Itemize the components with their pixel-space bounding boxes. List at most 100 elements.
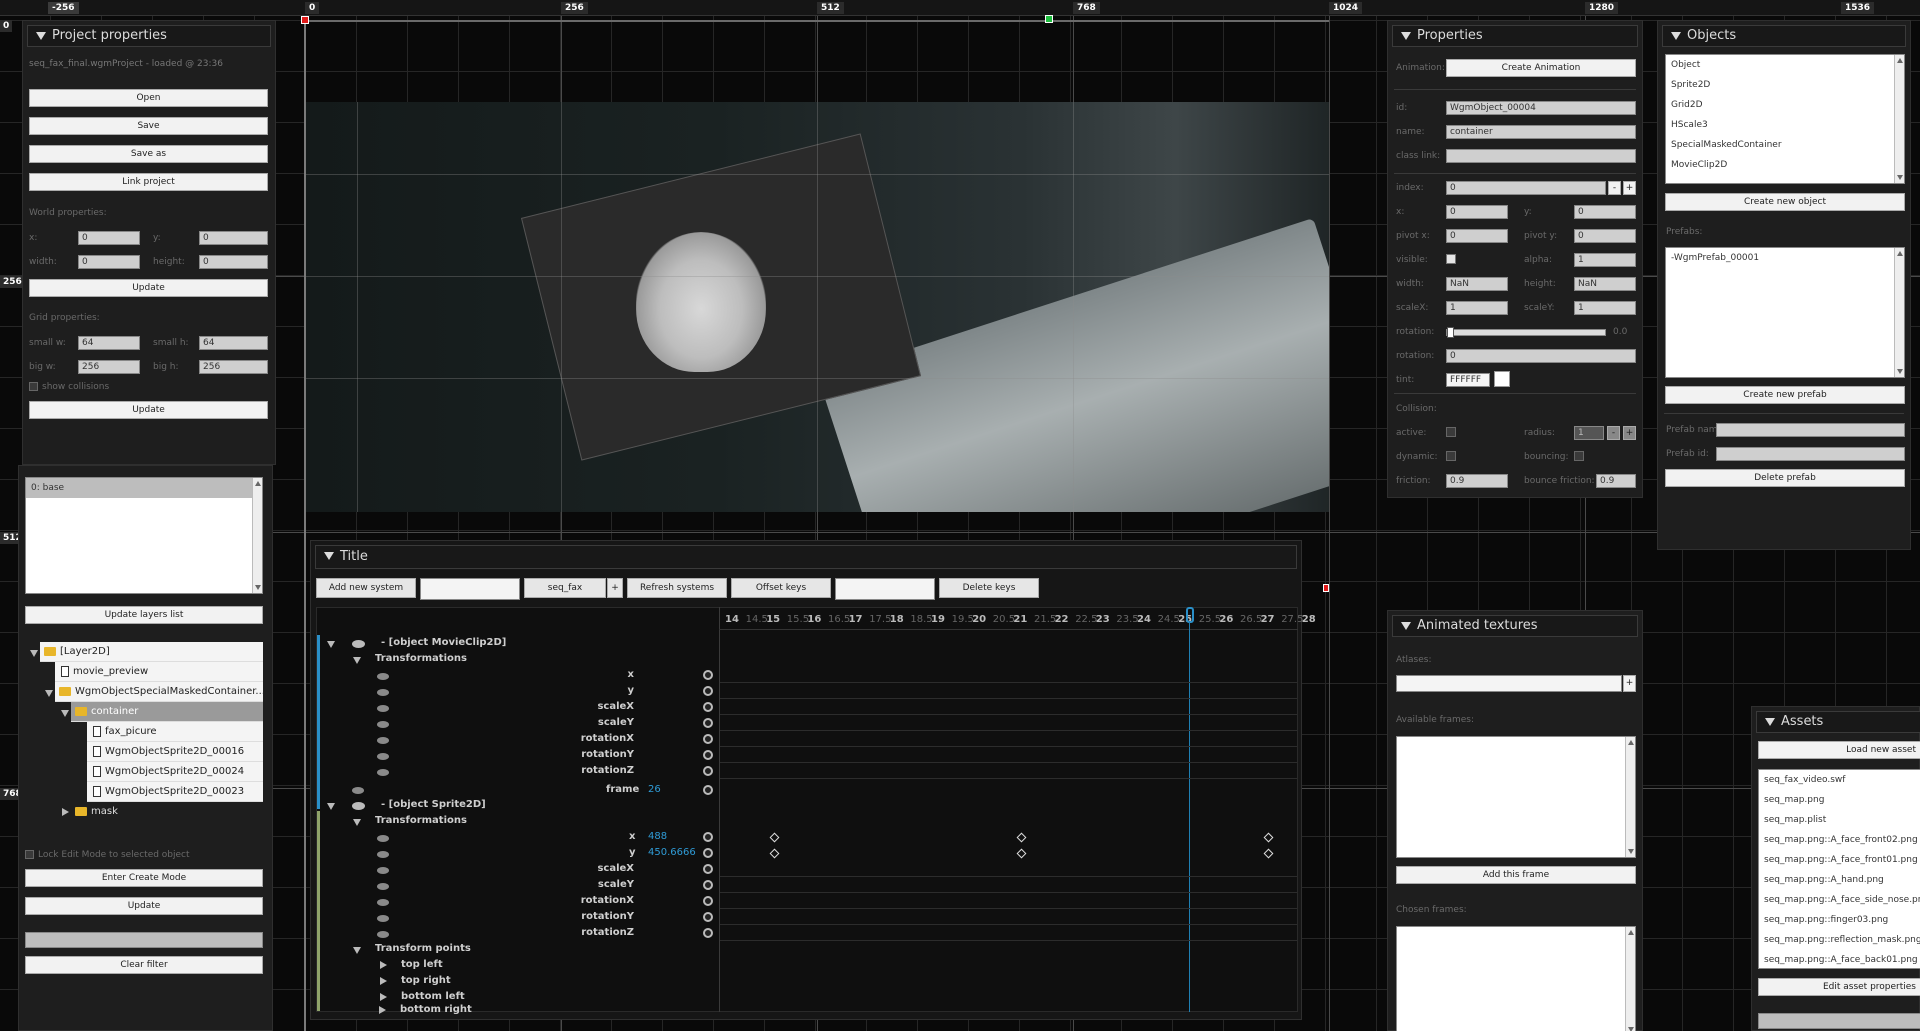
- collapsed-triangle-icon[interactable]: [379, 1006, 386, 1014]
- lock-edit-checkbox[interactable]: [25, 850, 34, 859]
- gear-icon[interactable]: [703, 832, 713, 842]
- expand-triangle-icon[interactable]: [327, 641, 335, 648]
- eye-icon[interactable]: [377, 883, 389, 890]
- filter-input[interactable]: [25, 932, 263, 948]
- tree-item-masked-container[interactable]: WgmObjectSpecialMaskedContainer...: [55, 682, 263, 702]
- origin-handle[interactable]: [301, 16, 309, 24]
- pivot-y-input[interactable]: 0: [1574, 229, 1636, 243]
- tree-item-movie-preview[interactable]: movie_preview: [55, 662, 263, 682]
- eye-icon[interactable]: [352, 802, 365, 810]
- big-h-input[interactable]: 256: [199, 360, 268, 374]
- object-type-item[interactable]: MovieClip2D: [1666, 155, 1904, 175]
- scale-x-input[interactable]: 1: [1446, 301, 1508, 315]
- show-collisions-checkbox[interactable]: [29, 382, 38, 391]
- asset-item[interactable]: seq_map.png::A_face_front01.png: [1759, 850, 1920, 870]
- create-object-button[interactable]: Create new object: [1665, 193, 1905, 211]
- add-atlas-button[interactable]: +: [1623, 675, 1636, 692]
- gear-icon[interactable]: [703, 734, 713, 744]
- eye-icon[interactable]: [377, 673, 389, 680]
- gear-icon[interactable]: [703, 686, 713, 696]
- world-height-input[interactable]: 0: [199, 255, 268, 269]
- gear-icon[interactable]: [703, 864, 713, 874]
- chosen-frames-list[interactable]: [1396, 926, 1636, 1031]
- objects-scrollbar[interactable]: [1894, 55, 1904, 183]
- expand-triangle-icon[interactable]: [353, 819, 361, 826]
- radius-increment-button[interactable]: +: [1623, 426, 1636, 440]
- eye-icon[interactable]: [377, 899, 389, 906]
- radius-decrement-button[interactable]: -: [1607, 426, 1620, 440]
- object-type-item[interactable]: Sprite2D: [1666, 75, 1904, 95]
- chosen-scrollbar[interactable]: [1625, 927, 1635, 1031]
- tree-item-sprite-00024[interactable]: WgmObjectSprite2D_00024: [87, 762, 263, 782]
- layer-item[interactable]: 0: base: [26, 478, 262, 498]
- collapsed-triangle-icon[interactable]: [62, 808, 69, 816]
- gear-icon[interactable]: [703, 785, 713, 795]
- gear-icon[interactable]: [703, 718, 713, 728]
- animated-textures-header[interactable]: Animated textures: [1392, 615, 1638, 637]
- x-input[interactable]: 0: [1446, 205, 1508, 219]
- active-checkbox[interactable]: [1446, 427, 1456, 437]
- tree-item-fax-picure[interactable]: fax_picure: [87, 722, 263, 742]
- delete-keys-button[interactable]: Delete keys: [939, 578, 1039, 598]
- create-animation-button[interactable]: Create Animation: [1446, 59, 1636, 77]
- asset-item[interactable]: seq_map.png::A_face_front02.png: [1759, 830, 1920, 850]
- layers-scrollbar[interactable]: [252, 478, 262, 593]
- id-input[interactable]: WgmObject_00004: [1446, 101, 1636, 115]
- track-value-y[interactable]: 450.6666: [648, 845, 696, 861]
- object-types-list[interactable]: Object Sprite2D Grid2D HScale3 SpecialMa…: [1665, 54, 1905, 184]
- add-system-button[interactable]: Add new system: [316, 578, 416, 598]
- world-x-input[interactable]: 0: [78, 231, 140, 245]
- class-link-input[interactable]: [1446, 149, 1636, 163]
- offset-keys-button[interactable]: Offset keys: [731, 578, 831, 598]
- asset-filter-input[interactable]: [1758, 1013, 1920, 1029]
- friction-input[interactable]: 0.9: [1446, 474, 1508, 488]
- object-type-item[interactable]: HScale3: [1666, 115, 1904, 135]
- delete-prefab-button[interactable]: Delete prefab: [1665, 469, 1905, 487]
- object-type-item[interactable]: Grid2D: [1666, 95, 1904, 115]
- tree-item-mask[interactable]: mask: [71, 802, 263, 822]
- small-h-input[interactable]: 64: [199, 336, 268, 350]
- system-name-input[interactable]: [420, 578, 520, 600]
- track-splitter[interactable]: [719, 607, 720, 1012]
- add-frame-button[interactable]: Add this frame: [1396, 866, 1636, 884]
- asset-item[interactable]: seq_map.png::A_face_back01.png: [1759, 950, 1920, 968]
- tree-item-sprite-00023[interactable]: WgmObjectSprite2D_00023: [87, 782, 263, 802]
- index-increment-button[interactable]: +: [1623, 181, 1636, 195]
- timeline-ruler[interactable]: 14 14.5 15 15.5 16 16.5 17 17.5 18 18.5 19 19.5 20 20…: [725, 614, 1316, 628]
- asset-item[interactable]: seq_fax_video.swf: [1759, 770, 1920, 790]
- gear-icon[interactable]: [703, 896, 713, 906]
- gear-icon[interactable]: [703, 848, 713, 858]
- prefabs-list[interactable]: -WgmPrefab_00001: [1665, 247, 1905, 378]
- available-scrollbar[interactable]: [1625, 737, 1635, 857]
- frame-value[interactable]: 26: [648, 782, 661, 798]
- collapsed-triangle-icon[interactable]: [380, 977, 387, 985]
- collapsed-triangle-icon[interactable]: [380, 993, 387, 1001]
- update-layers-button[interactable]: Update layers list: [25, 606, 263, 624]
- prefabs-scrollbar[interactable]: [1894, 248, 1904, 377]
- slider-thumb[interactable]: [1447, 327, 1454, 338]
- width-input[interactable]: NaN: [1446, 277, 1508, 291]
- expand-triangle-icon[interactable]: [353, 657, 361, 664]
- eye-icon[interactable]: [377, 753, 389, 760]
- asset-item[interactable]: seq_map.png::reflection_mask.png: [1759, 930, 1920, 950]
- system-add-plus-button[interactable]: +: [607, 578, 623, 598]
- track-value-x[interactable]: 488: [648, 829, 667, 845]
- bouncing-checkbox[interactable]: [1574, 451, 1584, 461]
- eye-icon[interactable]: [377, 851, 389, 858]
- name-input[interactable]: container: [1446, 125, 1636, 139]
- tint-input[interactable]: FFFFFF: [1446, 373, 1490, 387]
- pivot-x-input[interactable]: 0: [1446, 229, 1508, 243]
- layers-list[interactable]: 0: base: [25, 477, 263, 594]
- gear-icon[interactable]: [703, 670, 713, 680]
- scale-y-input[interactable]: 1: [1574, 301, 1636, 315]
- refresh-systems-button[interactable]: Refresh systems: [627, 578, 727, 598]
- expand-triangle-icon[interactable]: [30, 650, 38, 657]
- tree-item-container[interactable]: container: [71, 702, 263, 722]
- prefab-name-input[interactable]: [1716, 423, 1905, 437]
- gear-icon[interactable]: [703, 880, 713, 890]
- expand-triangle-icon[interactable]: [45, 690, 53, 697]
- visible-checkbox[interactable]: [1446, 254, 1456, 264]
- atlases-select[interactable]: [1396, 675, 1622, 692]
- timeline-header[interactable]: Title: [315, 545, 1297, 569]
- playhead-handle[interactable]: [1186, 607, 1194, 623]
